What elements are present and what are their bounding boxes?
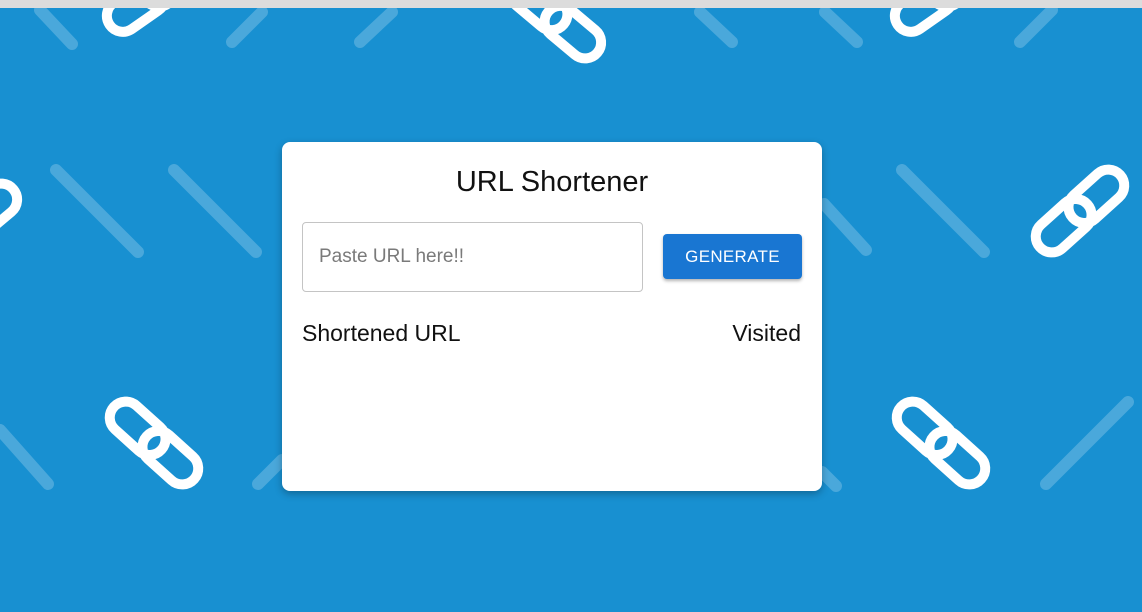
link-icon-bottom-left [103,395,205,491]
visited-header: Visited [732,320,801,346]
url-input[interactable] [302,222,643,292]
browser-top-bar [0,0,1142,8]
link-icon-top-center [504,0,607,65]
generate-button[interactable]: GENERATE [663,234,802,279]
page-title: URL Shortener [455,166,649,198]
url-shortener-card: URL Shortener GENERATE Shortened URL Vis… [282,142,822,491]
link-icon-bottom-right [890,395,992,491]
link-icon-left-edge [0,177,24,271]
link-icon-right [1029,163,1131,259]
shortened-url-header: Shortened URL [302,320,461,346]
